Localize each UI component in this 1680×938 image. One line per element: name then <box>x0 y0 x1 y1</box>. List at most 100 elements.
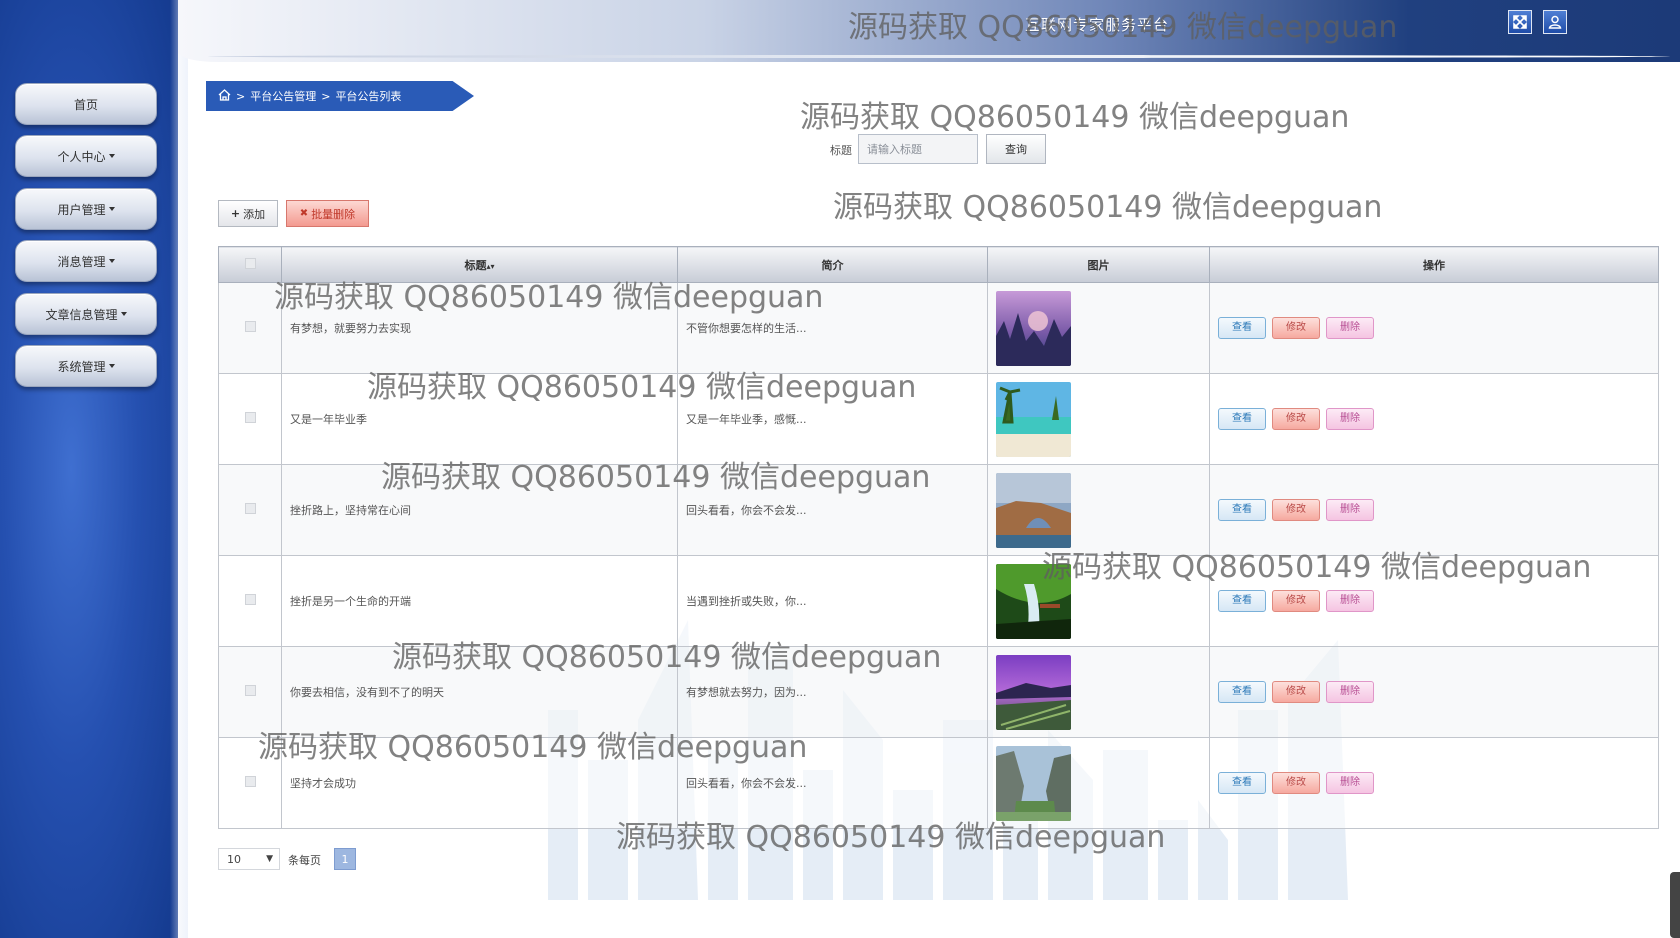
sidebar-item-label: 首页 <box>73 97 98 112</box>
delete-button[interactable]: 删除 <box>1326 408 1374 430</box>
view-button[interactable]: 查看 <box>1218 590 1266 612</box>
view-button[interactable]: 查看 <box>1218 408 1266 430</box>
batch-delete-label: 批量删除 <box>311 207 356 221</box>
table-row: 有梦想，就要努力去实现 不管你想要怎样的生活... 查看 修改 删除 <box>218 282 1659 374</box>
row-intro: 又是一年毕业季，感慨... <box>677 373 988 465</box>
delete-button[interactable]: 删除 <box>1326 590 1374 612</box>
thumbnail-image <box>996 472 1071 548</box>
watermark-text: 源码获取 QQ86050149 微信deepguan <box>833 190 1383 225</box>
row-image-cell <box>987 646 1210 738</box>
edit-button[interactable]: 修改 <box>1272 681 1320 703</box>
delete-button[interactable]: 删除 <box>1326 681 1374 703</box>
sidebar-item-label: 系统管理 <box>57 359 106 374</box>
sidebar-item-home[interactable]: 首页 <box>15 83 157 125</box>
plus-icon: + <box>230 207 241 220</box>
search-title-label: 标题 <box>830 144 852 157</box>
row-checkbox[interactable] <box>244 685 256 696</box>
row-actions: 查看 修改 删除 <box>1209 555 1659 647</box>
sidebar-item-label: 消息管理 <box>57 254 106 269</box>
home-icon[interactable] <box>218 88 231 104</box>
view-button[interactable]: 查看 <box>1218 681 1266 703</box>
caret-down-icon <box>108 259 115 263</box>
view-button[interactable]: 查看 <box>1218 772 1266 794</box>
delete-button[interactable]: 删除 <box>1326 499 1374 521</box>
row-checkbox[interactable] <box>244 321 256 332</box>
table-row: 你要去相信，没有到不了的明天 有梦想就去努力，因为... 查看 修改 删除 <box>218 646 1659 738</box>
row-image-cell <box>987 282 1210 374</box>
breadcrumb-separator: > <box>321 89 331 103</box>
search-title-input[interactable] <box>858 134 978 164</box>
row-checkbox[interactable] <box>244 412 256 423</box>
edit-button[interactable]: 修改 <box>1272 317 1320 339</box>
chevron-down-icon: ▼ <box>266 854 273 864</box>
row-select-cell <box>218 373 282 465</box>
view-button[interactable]: 查看 <box>1218 499 1266 521</box>
query-button[interactable]: 查询 <box>986 134 1046 164</box>
page-size-value: 10 <box>227 852 241 866</box>
edit-button[interactable]: 修改 <box>1272 499 1320 521</box>
sidebar-item-user-management[interactable]: 用户管理 <box>15 188 157 230</box>
sidebar-item-label: 文章信息管理 <box>45 307 118 322</box>
row-title: 你要去相信，没有到不了的明天 <box>281 646 678 738</box>
row-checkbox[interactable] <box>244 776 256 787</box>
select-all-checkbox[interactable] <box>244 257 256 269</box>
thumbnail-image <box>996 654 1071 730</box>
row-select-cell <box>218 464 282 556</box>
edit-button[interactable]: 修改 <box>1272 408 1320 430</box>
close-icon: ✖ <box>299 208 309 219</box>
page-size-select[interactable]: 10 ▼ <box>218 848 280 870</box>
caret-down-icon <box>108 154 115 158</box>
row-actions: 查看 修改 删除 <box>1209 464 1659 556</box>
caret-down-icon <box>120 312 127 316</box>
table-header-row: 标题▴▾ 简介 图片 操作 <box>218 246 1659 283</box>
row-title: 有梦想，就要努力去实现 <box>281 282 678 374</box>
select-all-header[interactable] <box>218 246 282 283</box>
row-actions: 查看 修改 删除 <box>1209 646 1659 738</box>
title-header[interactable]: 标题▴▾ <box>281 246 678 283</box>
delete-button[interactable]: 删除 <box>1326 772 1374 794</box>
row-title: 又是一年毕业季 <box>281 373 678 465</box>
row-image-cell <box>987 555 1210 647</box>
sort-icon[interactable]: ▴▾ <box>486 262 494 271</box>
intro-header: 简介 <box>677 246 988 283</box>
breadcrumb-item-announcement-list: 平台公告列表 <box>335 90 402 103</box>
thumbnail-image <box>996 381 1071 457</box>
row-select-cell <box>218 282 282 374</box>
user-icon[interactable] <box>1543 10 1567 34</box>
row-select-cell <box>218 737 282 829</box>
table-row: 又是一年毕业季 又是一年毕业季，感慨... 查看 修改 删除 <box>218 373 1659 465</box>
row-title: 挫折路上，坚持常在心间 <box>281 464 678 556</box>
scrollbar-handle[interactable] <box>1670 872 1680 938</box>
delete-button[interactable]: 删除 <box>1326 317 1374 339</box>
table-row: 挫折路上，坚持常在心间 回头看看，你会不会发... 查看 修改 删除 <box>218 464 1659 556</box>
row-intro: 回头看看，你会不会发... <box>677 737 988 829</box>
sidebar-item-article-management[interactable]: 文章信息管理 <box>15 293 157 335</box>
row-image-cell <box>987 464 1210 556</box>
page-button-1[interactable]: 1 <box>334 848 356 870</box>
row-select-cell <box>218 646 282 738</box>
row-actions: 查看 修改 删除 <box>1209 282 1659 374</box>
caret-down-icon <box>108 364 115 368</box>
breadcrumb: > 平台公告管理 > 平台公告列表 <box>206 81 474 111</box>
sidebar-item-message-management[interactable]: 消息管理 <box>15 240 157 282</box>
breadcrumb-separator: > <box>236 89 246 103</box>
row-checkbox[interactable] <box>244 503 256 514</box>
row-select-cell <box>218 555 282 647</box>
add-button[interactable]: + 添加 <box>218 200 278 227</box>
caret-down-icon <box>108 207 115 211</box>
row-image-cell <box>987 737 1210 829</box>
breadcrumb-item-announcement-management[interactable]: 平台公告管理 <box>250 88 316 104</box>
fullscreen-icon[interactable] <box>1508 10 1532 34</box>
sidebar-item-system-management[interactable]: 系统管理 <box>15 345 157 387</box>
edit-button[interactable]: 修改 <box>1272 772 1320 794</box>
per-page-label: 条每页 <box>288 854 321 867</box>
add-button-label: 添加 <box>243 207 266 221</box>
row-intro: 有梦想就去努力，因为... <box>677 646 988 738</box>
view-button[interactable]: 查看 <box>1218 317 1266 339</box>
edit-button[interactable]: 修改 <box>1272 590 1320 612</box>
table-row: 坚持才会成功 回头看看，你会不会发... 查看 修改 删除 <box>218 737 1659 829</box>
batch-delete-button[interactable]: ✖ 批量删除 <box>286 200 369 227</box>
row-checkbox[interactable] <box>244 594 256 605</box>
sidebar-item-personal-center[interactable]: 个人中心 <box>15 135 157 177</box>
thumbnail-image <box>996 745 1071 821</box>
